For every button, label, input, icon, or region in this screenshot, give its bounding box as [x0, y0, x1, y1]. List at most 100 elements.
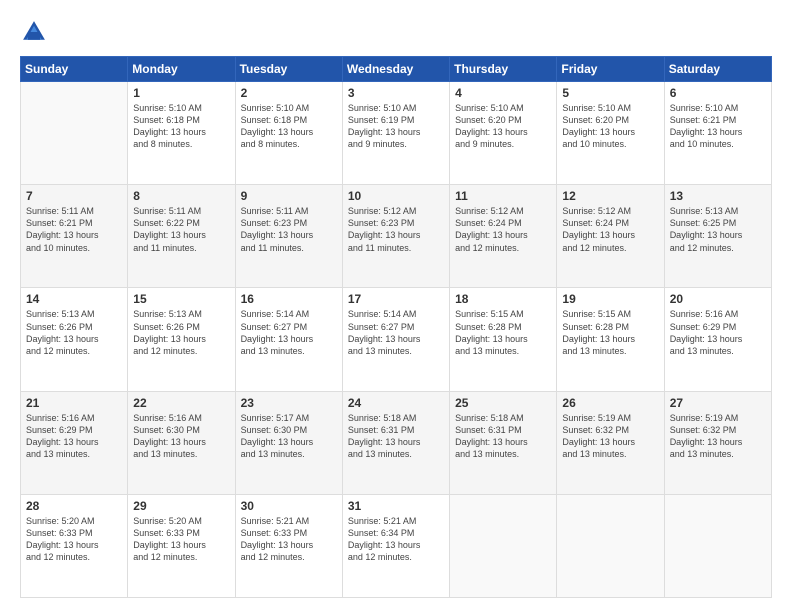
calendar-cell: 2Sunrise: 5:10 AM Sunset: 6:18 PM Daylig…	[235, 82, 342, 185]
calendar-cell: 20 Sunrise: 5:16 AM Sunset: 6:29 PM Dayli…	[664, 288, 771, 391]
day-info: Sunrise: 5:11 AM Sunset: 6:23 PM Dayligh…	[241, 205, 337, 254]
day-number: 11	[455, 189, 551, 203]
day-number: 1	[133, 86, 229, 100]
weekday-header-friday: Friday	[557, 57, 664, 82]
calendar-cell: 12 Sunrise: 5:12 AM Sunset: 6:24 PM Dayli…	[557, 185, 664, 288]
day-number: 6	[670, 86, 766, 100]
day-number: 12	[562, 189, 658, 203]
day-number: 17	[348, 292, 444, 306]
calendar-cell: 10 Sunrise: 5:12 AM Sunset: 6:23 PM Dayli…	[342, 185, 449, 288]
day-number: 25	[455, 396, 551, 410]
calendar-cell: 13 Sunrise: 5:13 AM Sunset: 6:25 PM Dayli…	[664, 185, 771, 288]
day-number: 31	[348, 499, 444, 513]
day-info: Sunrise: 5:13 AM Sunset: 6:26 PM Dayligh…	[26, 308, 122, 357]
calendar-week-row: 21Sunrise: 5:16 AM Sunset: 6:29 PM Dayli…	[21, 391, 772, 494]
day-info: Sunrise: 5:21 AM Sunset: 6:33 PM Dayligh…	[241, 515, 337, 564]
day-info: Sunrise: 5:15 AM Sunset: 6:28 PM Dayligh…	[455, 308, 551, 357]
calendar-cell: 9 Sunrise: 5:11 AM Sunset: 6:23 PM Daylig…	[235, 185, 342, 288]
day-info: Sunrise: 5:12 AM Sunset: 6:24 PM Dayligh…	[562, 205, 658, 254]
calendar-cell: 14 Sunrise: 5:13 AM Sunset: 6:26 PM Dayli…	[21, 288, 128, 391]
day-info: Sunrise: 5:14 AM Sunset: 6:27 PM Dayligh…	[348, 308, 444, 357]
calendar-cell: 26Sunrise: 5:19 AM Sunset: 6:32 PM Dayli…	[557, 391, 664, 494]
calendar-header: SundayMondayTuesdayWednesdayThursdayFrid…	[21, 57, 772, 82]
day-number: 7	[26, 189, 122, 203]
day-number: 13	[670, 189, 766, 203]
day-number: 3	[348, 86, 444, 100]
day-number: 29	[133, 499, 229, 513]
day-info: Sunrise: 5:12 AM Sunset: 6:23 PM Dayligh…	[348, 205, 444, 254]
calendar-week-row: 28 Sunrise: 5:20 AM Sunset: 6:33 PM Dayli…	[21, 494, 772, 597]
calendar-cell	[664, 494, 771, 597]
day-info: Sunrise: 5:20 AM Sunset: 6:33 PM Dayligh…	[133, 515, 229, 564]
calendar-cell: 27Sunrise: 5:19 AM Sunset: 6:32 PM Dayli…	[664, 391, 771, 494]
calendar-cell: 24Sunrise: 5:18 AM Sunset: 6:31 PM Dayli…	[342, 391, 449, 494]
calendar-cell	[450, 494, 557, 597]
day-info: Sunrise: 5:10 AM Sunset: 6:18 PM Dayligh…	[241, 102, 337, 151]
calendar-week-row: 14 Sunrise: 5:13 AM Sunset: 6:26 PM Dayli…	[21, 288, 772, 391]
day-number: 8	[133, 189, 229, 203]
day-info: Sunrise: 5:18 AM Sunset: 6:31 PM Dayligh…	[455, 412, 551, 461]
day-number: 24	[348, 396, 444, 410]
calendar-cell: 15 Sunrise: 5:13 AM Sunset: 6:26 PM Dayli…	[128, 288, 235, 391]
day-info: Sunrise: 5:14 AM Sunset: 6:27 PM Dayligh…	[241, 308, 337, 357]
calendar-cell: 28 Sunrise: 5:20 AM Sunset: 6:33 PM Dayli…	[21, 494, 128, 597]
day-info: Sunrise: 5:15 AM Sunset: 6:28 PM Dayligh…	[562, 308, 658, 357]
day-info: Sunrise: 5:16 AM Sunset: 6:29 PM Dayligh…	[26, 412, 122, 461]
day-number: 20	[670, 292, 766, 306]
day-info: Sunrise: 5:10 AM Sunset: 6:19 PM Dayligh…	[348, 102, 444, 151]
calendar-cell: 11 Sunrise: 5:12 AM Sunset: 6:24 PM Dayli…	[450, 185, 557, 288]
calendar-cell: 3 Sunrise: 5:10 AM Sunset: 6:19 PM Daylig…	[342, 82, 449, 185]
day-number: 9	[241, 189, 337, 203]
day-number: 4	[455, 86, 551, 100]
day-info: Sunrise: 5:10 AM Sunset: 6:21 PM Dayligh…	[670, 102, 766, 151]
day-number: 19	[562, 292, 658, 306]
calendar-cell: 29 Sunrise: 5:20 AM Sunset: 6:33 PM Dayli…	[128, 494, 235, 597]
day-number: 10	[348, 189, 444, 203]
weekday-header-row: SundayMondayTuesdayWednesdayThursdayFrid…	[21, 57, 772, 82]
calendar-week-row: 1 Sunrise: 5:10 AM Sunset: 6:18 PM Daylig…	[21, 82, 772, 185]
calendar-cell: 6 Sunrise: 5:10 AM Sunset: 6:21 PM Daylig…	[664, 82, 771, 185]
day-number: 18	[455, 292, 551, 306]
day-info: Sunrise: 5:20 AM Sunset: 6:33 PM Dayligh…	[26, 515, 122, 564]
page: SundayMondayTuesdayWednesdayThursdayFrid…	[0, 0, 792, 612]
day-number: 16	[241, 292, 337, 306]
day-number: 5	[562, 86, 658, 100]
calendar-cell: 17 Sunrise: 5:14 AM Sunset: 6:27 PM Dayli…	[342, 288, 449, 391]
day-number: 14	[26, 292, 122, 306]
header	[20, 18, 772, 46]
day-info: Sunrise: 5:16 AM Sunset: 6:30 PM Dayligh…	[133, 412, 229, 461]
day-info: Sunrise: 5:17 AM Sunset: 6:30 PM Dayligh…	[241, 412, 337, 461]
calendar-cell: 16 Sunrise: 5:14 AM Sunset: 6:27 PM Dayli…	[235, 288, 342, 391]
calendar-cell: 22Sunrise: 5:16 AM Sunset: 6:30 PM Dayli…	[128, 391, 235, 494]
weekday-header-monday: Monday	[128, 57, 235, 82]
day-number: 30	[241, 499, 337, 513]
day-info: Sunrise: 5:10 AM Sunset: 6:18 PM Dayligh…	[133, 102, 229, 151]
day-info: Sunrise: 5:13 AM Sunset: 6:26 PM Dayligh…	[133, 308, 229, 357]
weekday-header-tuesday: Tuesday	[235, 57, 342, 82]
day-info: Sunrise: 5:19 AM Sunset: 6:32 PM Dayligh…	[562, 412, 658, 461]
weekday-header-sunday: Sunday	[21, 57, 128, 82]
day-number: 23	[241, 396, 337, 410]
logo	[20, 18, 52, 46]
calendar-cell: 25 Sunrise: 5:18 AM Sunset: 6:31 PM Dayli…	[450, 391, 557, 494]
day-info: Sunrise: 5:10 AM Sunset: 6:20 PM Dayligh…	[562, 102, 658, 151]
calendar-cell: 5 Sunrise: 5:10 AM Sunset: 6:20 PM Daylig…	[557, 82, 664, 185]
day-info: Sunrise: 5:11 AM Sunset: 6:21 PM Dayligh…	[26, 205, 122, 254]
day-info: Sunrise: 5:11 AM Sunset: 6:22 PM Dayligh…	[133, 205, 229, 254]
day-info: Sunrise: 5:21 AM Sunset: 6:34 PM Dayligh…	[348, 515, 444, 564]
calendar-cell: 4 Sunrise: 5:10 AM Sunset: 6:20 PM Daylig…	[450, 82, 557, 185]
day-number: 15	[133, 292, 229, 306]
calendar-cell: 8 Sunrise: 5:11 AM Sunset: 6:22 PM Daylig…	[128, 185, 235, 288]
day-info: Sunrise: 5:13 AM Sunset: 6:25 PM Dayligh…	[670, 205, 766, 254]
logo-icon	[20, 18, 48, 46]
calendar-cell: 19 Sunrise: 5:15 AM Sunset: 6:28 PM Dayli…	[557, 288, 664, 391]
calendar-cell: 1 Sunrise: 5:10 AM Sunset: 6:18 PM Daylig…	[128, 82, 235, 185]
day-number: 28	[26, 499, 122, 513]
calendar-body: 1 Sunrise: 5:10 AM Sunset: 6:18 PM Daylig…	[21, 82, 772, 598]
day-info: Sunrise: 5:16 AM Sunset: 6:29 PM Dayligh…	[670, 308, 766, 357]
day-info: Sunrise: 5:12 AM Sunset: 6:24 PM Dayligh…	[455, 205, 551, 254]
day-info: Sunrise: 5:10 AM Sunset: 6:20 PM Dayligh…	[455, 102, 551, 151]
weekday-header-wednesday: Wednesday	[342, 57, 449, 82]
calendar-cell: 30 Sunrise: 5:21 AM Sunset: 6:33 PM Dayli…	[235, 494, 342, 597]
day-info: Sunrise: 5:19 AM Sunset: 6:32 PM Dayligh…	[670, 412, 766, 461]
